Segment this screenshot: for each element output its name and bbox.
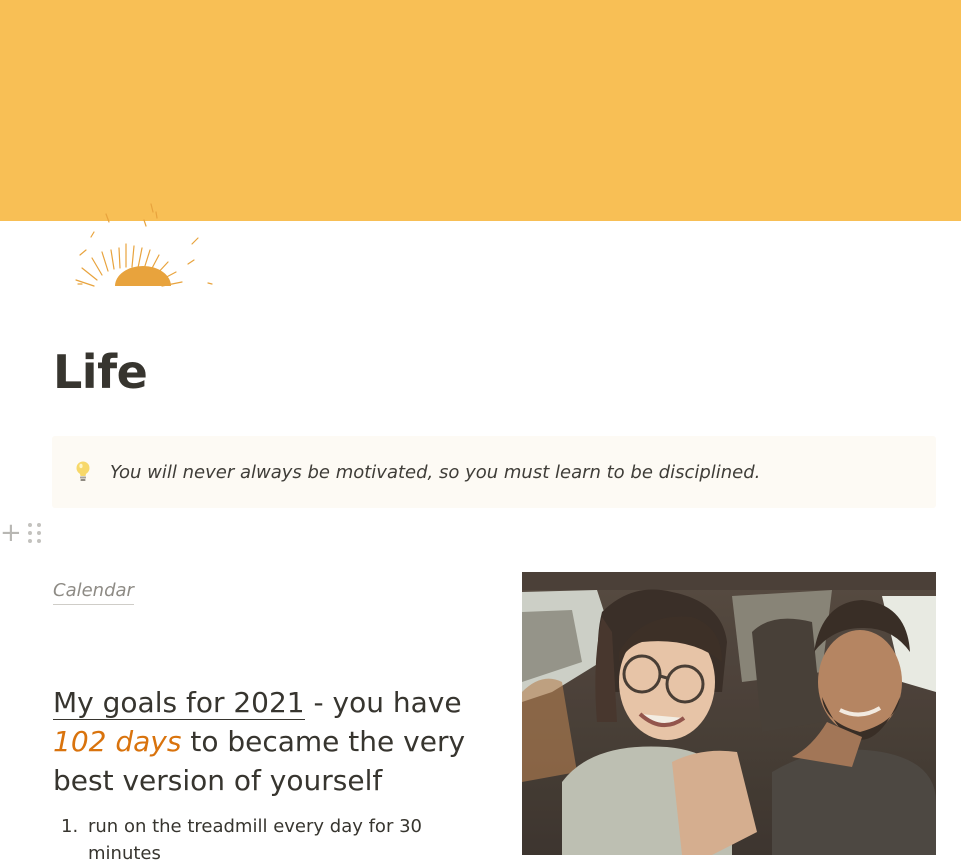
callout-text[interactable]: You will never always be motivated, so y… bbox=[110, 462, 760, 483]
plus-icon[interactable]: + bbox=[0, 520, 22, 546]
days-remaining: 102 days bbox=[53, 725, 182, 758]
page-cover[interactable] bbox=[0, 0, 961, 221]
goals-heading-link[interactable]: My goals for 2021 bbox=[53, 686, 305, 720]
calendar-link[interactable]: Calendar bbox=[53, 579, 134, 605]
block-controls: + bbox=[0, 520, 41, 546]
page-title[interactable]: Life bbox=[53, 345, 148, 399]
goals-list: 1. run on the treadmill every day for 30… bbox=[53, 813, 473, 867]
quote-callout[interactable]: You will never always be motivated, so y… bbox=[52, 436, 936, 508]
list-item-text[interactable]: run on the treadmill every day for 30 mi… bbox=[88, 813, 473, 867]
goals-heading[interactable]: My goals for 2021 - you have 102 days to… bbox=[53, 683, 483, 800]
lightbulb-icon[interactable] bbox=[72, 460, 94, 484]
list-item-number: 1. bbox=[61, 816, 79, 837]
drag-handle-icon[interactable] bbox=[28, 523, 41, 543]
list-item[interactable]: 1. run on the treadmill every day for 30… bbox=[53, 813, 473, 867]
sunrise-icon[interactable] bbox=[64, 200, 224, 292]
goals-heading-mid: - you have bbox=[304, 686, 462, 719]
photo-image[interactable] bbox=[522, 572, 936, 855]
